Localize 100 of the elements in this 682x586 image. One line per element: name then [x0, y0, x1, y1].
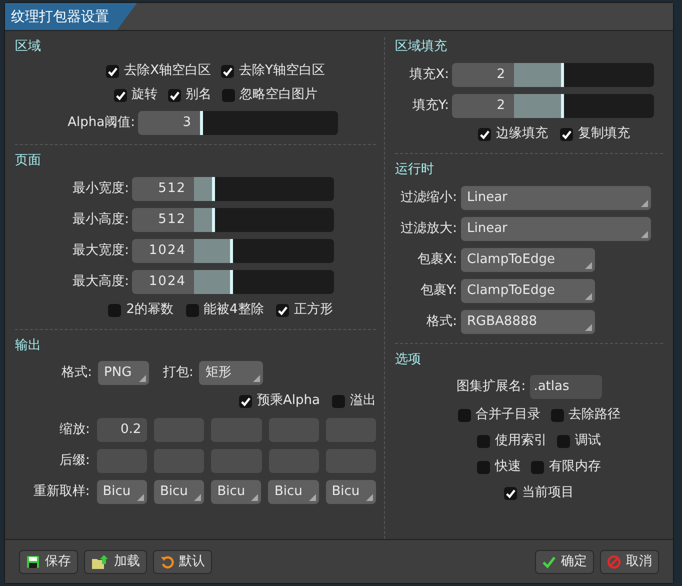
dropdown[interactable]: 矩形 [199, 361, 264, 385]
checkbox-label: 当前项目 [522, 484, 574, 502]
checkbox[interactable] [557, 434, 570, 448]
checkbox[interactable] [504, 486, 517, 500]
field-label: 后缀: [58, 452, 90, 470]
dropdown-corner-icon [253, 375, 260, 382]
dropdown[interactable]: Bicu [326, 480, 376, 504]
checkbox-label: 使用索引 [495, 432, 547, 450]
checkbox[interactable] [222, 88, 234, 102]
checkbox-label: 溢出 [350, 392, 376, 410]
checkbox[interactable] [458, 408, 470, 422]
checkbox[interactable] [239, 394, 252, 408]
footer-button[interactable]: 保存 [19, 550, 78, 574]
field-label: 打包: [163, 364, 194, 382]
dropdown[interactable]: Bicu [211, 480, 262, 504]
dropdown[interactable]: ClampToEdge [461, 248, 595, 272]
checkbox[interactable] [478, 128, 491, 140]
checkbox-label: 合并子目录 [476, 406, 540, 424]
dropdown[interactable]: RGBA8888 [461, 310, 595, 334]
slider-fill[interactable] [194, 176, 215, 200]
slider-value: 1024 [132, 238, 194, 262]
field-label: 重新取样: [32, 482, 90, 501]
slider-label: 填充X: [408, 66, 449, 84]
input-field[interactable]: .atlas [530, 375, 602, 399]
slider-fill[interactable] [200, 110, 203, 134]
slider-value: 1024 [132, 270, 194, 294]
dropdown-corner-icon [139, 375, 146, 382]
checkbox-label: 去除X轴空白区 [124, 62, 211, 80]
footer-button[interactable]: 加载 [84, 550, 147, 574]
footer-button[interactable]: 取消 [600, 550, 659, 574]
reset-icon [160, 554, 174, 568]
slider-value: 2 [452, 62, 514, 86]
checkbox-label: 能被4整除 [204, 301, 264, 320]
checkbox[interactable] [168, 88, 180, 102]
checkbox-label: 2的幂数 [126, 301, 174, 320]
section-title: 运行时 [395, 161, 435, 179]
field-label: 格式: [426, 312, 457, 331]
dropdown-corner-icon [585, 324, 592, 330]
slider-value: 3 [138, 110, 200, 134]
checkbox[interactable] [186, 304, 198, 316]
dropdown-corner-icon [251, 494, 258, 500]
slider-fill[interactable] [194, 208, 215, 232]
dropdown-corner-icon [366, 494, 373, 500]
slider-label: 最大高度: [72, 272, 129, 291]
dropdown-corner-icon [585, 262, 592, 268]
checkbox-label: 去除路径 [568, 406, 620, 424]
slider-fill[interactable] [194, 270, 234, 294]
checkbox-label: 忽略空白图片 [240, 86, 318, 104]
checkbox[interactable] [531, 460, 544, 474]
checkbox[interactable] [477, 460, 490, 474]
checkbox-label: 别名 [186, 86, 212, 104]
dropdown[interactable]: ClampToEdge [461, 278, 595, 302]
no-entry-icon [607, 554, 621, 568]
input-field[interactable]: 0.2 [96, 418, 148, 442]
dropdown[interactable]: Bicu [96, 480, 147, 504]
slider-label: 填充Y: [411, 96, 449, 115]
section-title: 选项 [395, 351, 422, 369]
slider-label: 最大宽度: [72, 242, 129, 260]
dropdown[interactable]: Linear [461, 186, 651, 210]
dropdown[interactable]: PNG [98, 361, 149, 385]
dropdown-corner-icon [585, 292, 592, 300]
slider-fill[interactable] [194, 238, 234, 262]
dropdown[interactable]: Linear [461, 216, 651, 240]
section-title: 区域填充 [395, 38, 448, 56]
checkbox[interactable] [560, 128, 573, 140]
checkbox[interactable] [220, 64, 234, 78]
section-title: 输出 [15, 337, 42, 355]
slider-fill[interactable] [514, 62, 564, 86]
field-label: 格式: [60, 364, 92, 382]
checkbox-label: 调试 [575, 432, 601, 450]
checkbox-label: 正方形 [294, 301, 333, 320]
save-icon [26, 554, 40, 568]
checkbox[interactable] [106, 64, 120, 78]
section-title: 页面 [15, 152, 42, 170]
dropdown[interactable]: Bicu [268, 480, 319, 504]
checkbox-label: 去除Y轴空白区 [238, 62, 325, 80]
footer-button[interactable]: 默认 [153, 550, 212, 574]
dropdown-corner-icon [641, 230, 648, 238]
field-label: 过滤放大: [400, 220, 457, 238]
dropdown-corner-icon [194, 494, 202, 500]
dropdown[interactable]: Bicu [154, 480, 204, 504]
slider-label: 最小高度: [72, 210, 129, 229]
field-label: 包裹X: [416, 250, 457, 269]
checkbox-label: 复制填充 [578, 125, 630, 144]
dropdown-corner-icon [308, 494, 316, 500]
slider-value: 512 [132, 208, 194, 232]
checkbox[interactable] [276, 304, 289, 316]
footer-button[interactable]: 确定 [535, 550, 594, 574]
slider-fill[interactable] [514, 94, 564, 118]
checkbox[interactable] [332, 394, 345, 408]
field-label: 缩放: [58, 420, 90, 439]
checkbox-label: 预乘Alpha [257, 392, 320, 410]
checkbox-label: 边缘填充 [496, 125, 548, 144]
slider-label: 最小宽度: [72, 180, 129, 198]
slider-value: 2 [452, 94, 514, 118]
checkbox[interactable] [108, 304, 122, 316]
field-label: 过滤缩小: [400, 188, 457, 207]
checkbox[interactable] [114, 88, 126, 102]
checkbox[interactable] [477, 434, 490, 448]
checkbox[interactable] [550, 408, 564, 422]
